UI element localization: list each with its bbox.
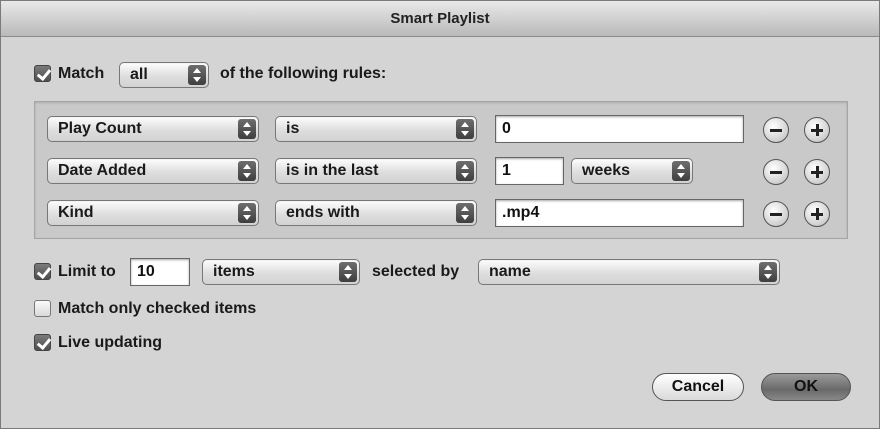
match-label: Match (58, 65, 105, 82)
rules-box: Play Count is 0 Date Added is in the las… (34, 101, 848, 239)
rule-field-value: Kind (58, 204, 94, 221)
limit-label: Limit to (58, 263, 116, 280)
remove-rule-button[interactable] (763, 117, 789, 143)
limit-value-field[interactable]: 10 (130, 258, 190, 286)
updown-arrows-icon (188, 65, 206, 85)
updown-arrows-icon (672, 161, 690, 181)
rule-unit-value: weeks (582, 162, 631, 179)
window-title: Smart Playlist (1, 1, 879, 37)
rule-field-value: Play Count (58, 120, 142, 137)
selected-by-value: name (489, 263, 531, 280)
live-updating-label: Live updating (58, 334, 162, 351)
rule-field-select[interactable]: Kind (47, 200, 259, 226)
live-updating-checkbox[interactable] (34, 334, 51, 351)
updown-arrows-icon (456, 203, 474, 223)
cancel-button[interactable]: Cancel (652, 373, 744, 401)
updown-arrows-icon (238, 119, 256, 139)
minus-circle-icon (770, 171, 782, 174)
updown-arrows-icon (238, 161, 256, 181)
minus-circle-icon (770, 129, 782, 132)
updown-arrows-icon (759, 262, 777, 282)
rule-value-field[interactable]: 1 (495, 157, 564, 185)
rule-unit-select[interactable]: weeks (571, 158, 693, 184)
selected-by-select[interactable]: name (478, 259, 780, 285)
rule-field-select[interactable]: Date Added (47, 158, 259, 184)
add-rule-button[interactable] (804, 117, 830, 143)
rule-operator-select[interactable]: ends with (275, 200, 477, 226)
rule-field-select[interactable]: Play Count (47, 116, 259, 142)
updown-arrows-icon (238, 203, 256, 223)
rule-field-value: Date Added (58, 162, 147, 179)
updown-arrows-icon (456, 161, 474, 181)
match-only-checked-label: Match only checked items (58, 300, 257, 317)
add-rule-button[interactable] (804, 201, 830, 227)
dialog-content: Match all of the following rules: Play C… (1, 37, 879, 428)
updown-arrows-icon (339, 262, 357, 282)
ok-button[interactable]: OK (761, 373, 851, 401)
limit-unit-select[interactable]: items (202, 259, 360, 285)
match-mode-select[interactable]: all (119, 62, 209, 88)
match-suffix-label: of the following rules: (220, 65, 387, 82)
remove-rule-button[interactable] (763, 201, 789, 227)
updown-arrows-icon (456, 119, 474, 139)
remove-rule-button[interactable] (763, 159, 789, 185)
rule-operator-value: ends with (286, 204, 360, 221)
selected-by-label: selected by (372, 263, 460, 280)
match-checkbox[interactable] (34, 65, 51, 82)
rule-operator-value: is (286, 120, 300, 137)
rule-operator-value: is in the last (286, 162, 379, 179)
rule-value-field[interactable]: .mp4 (495, 199, 744, 227)
limit-checkbox[interactable] (34, 263, 51, 280)
limit-unit-value: items (213, 263, 255, 280)
minus-circle-icon (770, 213, 782, 216)
match-mode-value: all (130, 66, 148, 83)
add-rule-button[interactable] (804, 159, 830, 185)
smart-playlist-window: Smart Playlist Match all of the followin… (0, 0, 880, 429)
match-only-checked-checkbox[interactable] (34, 300, 51, 317)
rule-operator-select[interactable]: is in the last (275, 158, 477, 184)
rule-operator-select[interactable]: is (275, 116, 477, 142)
rule-value-field[interactable]: 0 (495, 115, 744, 143)
